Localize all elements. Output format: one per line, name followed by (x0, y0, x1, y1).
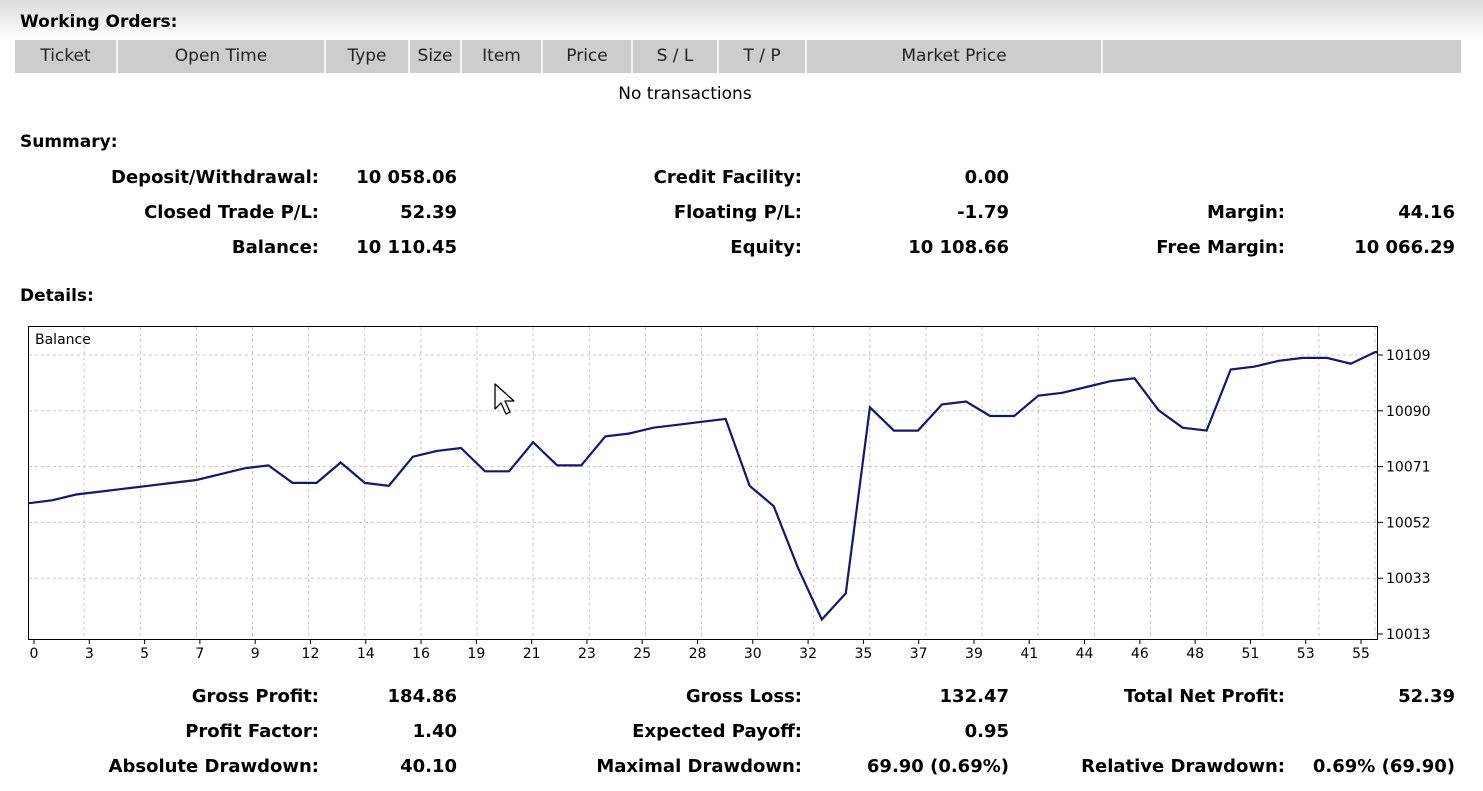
x-tick-label: 48 (1186, 646, 1204, 662)
x-tick-label: 7 (195, 646, 204, 662)
gross-profit-value: 184.86 (387, 686, 457, 707)
x-tick-label: 44 (1076, 646, 1094, 662)
x-tick-label: 46 (1131, 646, 1149, 662)
x-tick-label: 23 (578, 646, 596, 662)
relative-drawdown-label: Relative Drawdown: (1081, 756, 1285, 777)
x-tick-label: 53 (1297, 646, 1315, 662)
total-net-profit-label: Total Net Profit: (1123, 686, 1285, 707)
x-tick-label: 32 (799, 646, 817, 662)
profit-factor-label: Profit Factor: (185, 721, 319, 742)
y-axis-ticks: 10109 10090 10071 10052 10033 10013 (1378, 348, 1431, 643)
x-tick-label: 19 (467, 646, 485, 662)
x-tick-label: 41 (1020, 646, 1038, 662)
x-tick-label: 39 (965, 646, 983, 662)
gross-loss-value: 132.47 (939, 686, 1009, 707)
mouse-pointer-icon (494, 383, 515, 415)
x-tick-label: 21 (523, 646, 541, 662)
x-tick-label: 28 (689, 646, 707, 662)
y-tick-label: 10013 (1386, 627, 1431, 643)
y-tick-label: 10090 (1386, 404, 1431, 420)
x-tick-label: 3 (85, 646, 94, 662)
balance-chart: 101091009010071100521003310013 0 3 5 7 9 12 14… (28, 327, 1431, 662)
y-tick-label: 10033 (1386, 571, 1431, 587)
x-tick-label: 37 (910, 646, 928, 662)
gross-loss-label: Gross Loss: (685, 686, 802, 707)
x-tick-label: 9 (251, 646, 260, 662)
x-tick-label: 0 (30, 646, 39, 662)
y-tick-label: 10071 (1386, 460, 1431, 476)
chart-grid (29, 327, 1377, 639)
absolute-drawdown-value: 40.10 (400, 756, 457, 777)
x-tick-label: 12 (302, 646, 320, 662)
x-tick-label: 5 (140, 646, 149, 662)
profit-factor-value: 1.40 (412, 721, 457, 742)
expected-payoff-value: 0.95 (964, 721, 1009, 742)
gross-profit-label: Gross Profit: (191, 686, 319, 707)
x-tick-label: 16 (412, 646, 430, 662)
absolute-drawdown-label: Absolute Drawdown: (108, 756, 319, 777)
maximal-drawdown-label: Maximal Drawdown: (596, 756, 802, 777)
total-net-profit-value: 52.39 (1398, 686, 1455, 707)
relative-drawdown-value: 0.69% (69.90) (1312, 756, 1455, 777)
y-tick-label: 10052 (1386, 515, 1431, 531)
x-tick-label: 55 (1352, 646, 1370, 662)
y-tick-label: 10109 (1386, 348, 1431, 364)
x-tick-label: 14 (357, 646, 375, 662)
maximal-drawdown-value: 69.90 (0.69%) (866, 756, 1009, 777)
x-axis-ticks: 0 3 5 7 9 12 14 16 19 21 23 25 28 30 32 35 37 39 41 44 46 48 5… (30, 640, 1370, 662)
balance-series-line (28, 351, 1377, 622)
x-tick-label: 51 (1242, 646, 1260, 662)
expected-payoff-label: Expected Payoff: (632, 721, 802, 742)
chart-title: Balance (35, 332, 91, 348)
x-tick-label: 30 (744, 646, 762, 662)
x-tick-label: 25 (633, 646, 651, 662)
x-tick-label: 35 (854, 646, 872, 662)
